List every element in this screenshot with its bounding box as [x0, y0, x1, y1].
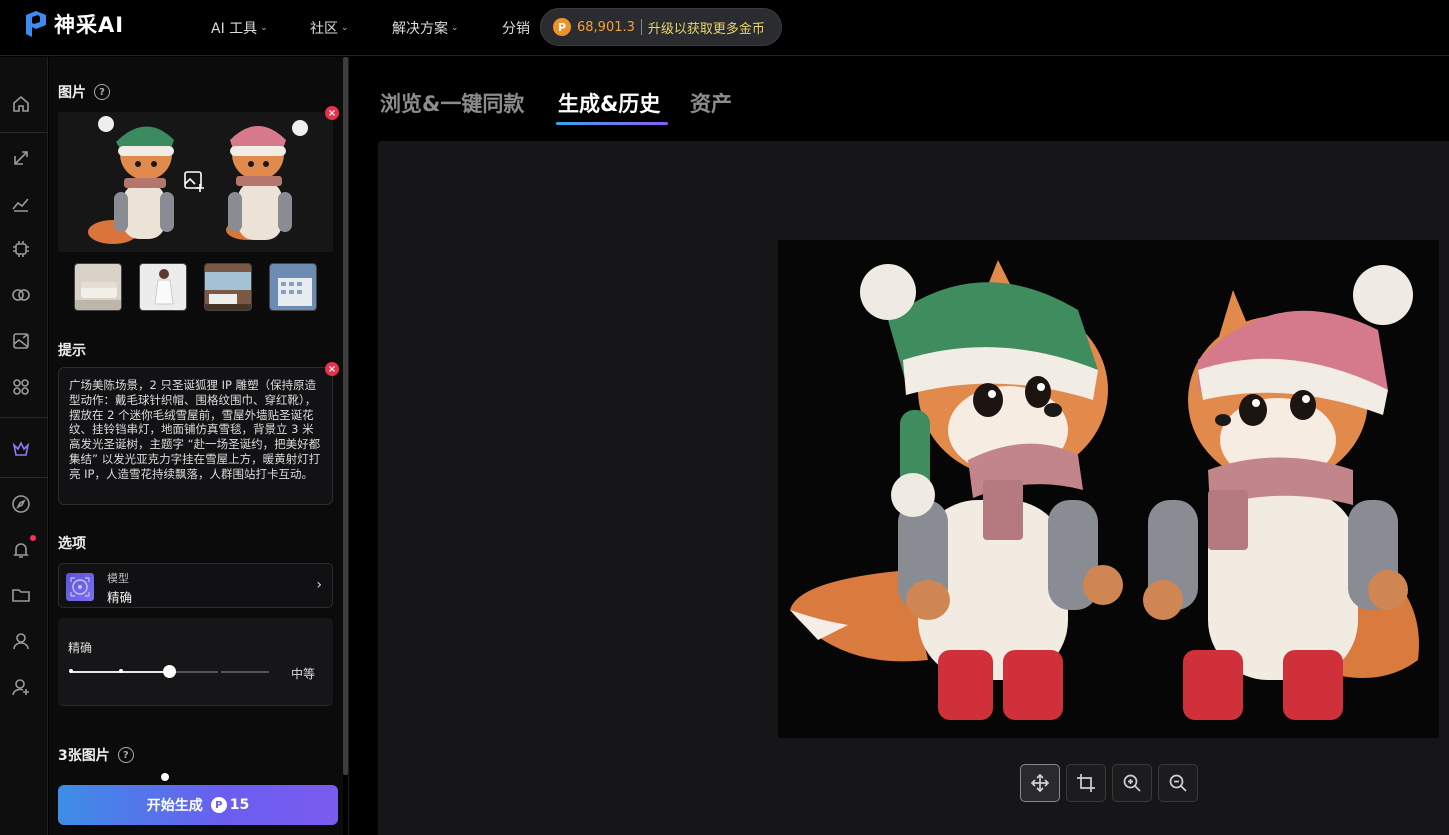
divider	[0, 417, 48, 418]
bell-icon[interactable]	[10, 535, 36, 561]
nav-label: 分销	[502, 21, 530, 37]
coin-icon: P	[553, 18, 571, 36]
nav-ai-tools[interactable]: AI 工具 ⌄	[211, 18, 268, 38]
divider	[640, 19, 642, 35]
nav-label: AI 工具	[211, 21, 258, 37]
model-thumbnail	[66, 573, 94, 601]
slider-thumb[interactable]	[163, 665, 176, 678]
fox-preview-image	[778, 240, 1439, 738]
logo-mark-icon	[26, 11, 46, 37]
example-thumb-dress[interactable]	[139, 263, 187, 311]
chip-icon[interactable]	[10, 238, 32, 260]
tab-generate-history[interactable]: 生成&历史	[558, 88, 660, 118]
prompt-textarea[interactable]: 广场美陈场景，2 只圣诞狐狸 IP 雕塑（保持原造型动作：戴毛球针织帽、围格纹围…	[58, 367, 333, 505]
generate-cost: P 15	[210, 797, 250, 813]
generate-button[interactable]: 开始生成 P 15	[58, 785, 338, 825]
section-title: 图片	[58, 85, 86, 101]
logo-text: 神采AI	[54, 13, 125, 37]
clear-prompt-button[interactable]: ×	[325, 362, 339, 376]
gallery-icon[interactable]	[10, 330, 32, 352]
precision-slider-card: 精确 中等	[58, 618, 333, 706]
coin-balance-pill[interactable]: P 68,901.3 升级以获取更多金币	[540, 8, 782, 46]
precision-label: 精确	[68, 641, 93, 655]
divider	[348, 57, 349, 835]
nav-label: 解决方案	[392, 21, 448, 37]
home-icon[interactable]	[10, 93, 32, 115]
nav-solutions[interactable]: 解决方案 ⌄	[392, 18, 459, 38]
model-selector[interactable]: 模型 精确 ›	[58, 563, 333, 608]
chevron-down-icon: ⌄	[341, 23, 349, 33]
model-value: 精确	[107, 590, 133, 605]
coin-amount: 68,901.3	[577, 19, 635, 35]
zoom-out-button[interactable]	[1158, 764, 1198, 802]
example-thumb-building[interactable]	[269, 263, 317, 311]
nav-distribution[interactable]: 分销	[502, 18, 530, 38]
divider	[0, 132, 48, 133]
active-tab-indicator	[556, 122, 668, 125]
move-tool-button[interactable]	[1020, 764, 1060, 802]
settings-panel: 图片 ? × 提示 广场美陈场景，2 只圣诞狐狸 IP 雕塑（保持原造型动作：戴…	[49, 57, 343, 835]
chevron-down-icon: ⌄	[260, 23, 268, 33]
top-bar: 神采AI AI 工具 ⌄ 社区 ⌄ 解决方案 ⌄ 分销 P 68,901.3 升…	[0, 0, 1449, 56]
logo[interactable]: 神采AI	[24, 9, 124, 39]
section-title: 3张图片	[58, 748, 110, 764]
example-thumb-sofa[interactable]	[74, 263, 122, 311]
chevron-right-icon: ›	[316, 577, 322, 593]
remove-image-button[interactable]: ×	[325, 106, 339, 120]
divider	[0, 477, 48, 478]
section-title: 选项	[58, 536, 86, 552]
left-rail	[0, 57, 48, 835]
crop-tool-button[interactable]	[1066, 764, 1106, 802]
move-icon	[1030, 773, 1050, 793]
generate-label: 开始生成	[146, 798, 203, 814]
tab-browse[interactable]: 浏览&一键同款	[380, 88, 524, 118]
model-label: 模型	[107, 572, 129, 585]
notification-dot	[30, 535, 36, 541]
cost-value: 15	[229, 797, 250, 813]
chevron-down-icon: ⌄	[451, 23, 459, 33]
user-add-icon[interactable]	[10, 676, 32, 698]
tab-assets[interactable]: 资产	[690, 88, 732, 118]
precision-slider[interactable]	[69, 665, 270, 678]
crop-icon	[1077, 774, 1095, 792]
folder-icon[interactable]	[10, 584, 32, 606]
help-icon[interactable]: ?	[94, 84, 110, 100]
reference-image[interactable]	[58, 112, 333, 252]
slider-stop	[69, 669, 73, 673]
rings-icon[interactable]	[10, 284, 32, 306]
fox-thumbnail-image	[58, 112, 333, 252]
target-icon	[70, 577, 90, 597]
section-title: 提示	[58, 343, 86, 359]
apps-icon[interactable]	[10, 376, 32, 398]
help-icon[interactable]: ?	[117, 747, 134, 763]
example-thumb-room[interactable]	[204, 263, 252, 311]
zoom-out-icon	[1169, 774, 1187, 792]
chart-icon[interactable]	[10, 193, 32, 215]
count-slider-thumb[interactable]	[161, 773, 169, 781]
image-section-header: 图片 ?	[58, 82, 110, 102]
compass-icon[interactable]	[10, 493, 32, 515]
user-icon[interactable]	[10, 630, 32, 652]
crown-icon[interactable]	[10, 438, 32, 460]
zoom-in-button[interactable]	[1112, 764, 1152, 802]
nav-label: 社区	[310, 21, 338, 37]
prompt-section-header: 提示	[58, 340, 86, 360]
slider-segment	[170, 671, 218, 673]
count-section-header: 3张图片 ?	[58, 745, 134, 765]
nav-community[interactable]: 社区 ⌄	[310, 18, 349, 38]
upgrade-link[interactable]: 升级以获取更多金币	[648, 18, 765, 37]
precision-value: 中等	[290, 667, 315, 681]
coin-icon: P	[210, 797, 227, 813]
slider-stop	[119, 669, 123, 673]
slider-segment	[221, 671, 269, 673]
zoom-in-icon	[1123, 774, 1141, 792]
preview-image[interactable]	[778, 240, 1439, 738]
edit-icon[interactable]	[10, 147, 32, 169]
options-section-header: 选项	[58, 533, 86, 553]
